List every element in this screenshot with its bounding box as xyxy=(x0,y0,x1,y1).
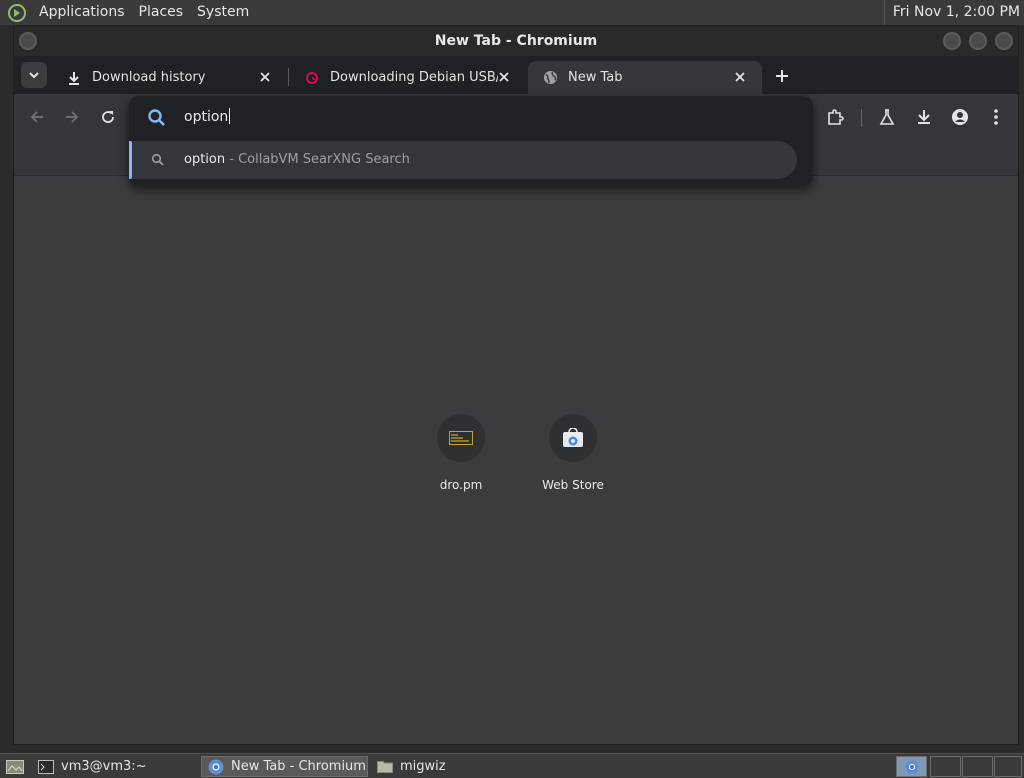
system-menu[interactable]: System xyxy=(190,0,256,25)
tab-download-history[interactable]: Download history xyxy=(52,61,287,94)
tab-search-button[interactable] xyxy=(21,62,47,88)
tab-downloading-debian[interactable]: Downloading Debian USB/CD xyxy=(290,61,526,94)
text-caret xyxy=(229,108,231,124)
account-icon xyxy=(952,109,968,125)
suggestion-text: option - CollabVM SearXNG Search xyxy=(184,152,410,167)
taskbar-item-migwiz[interactable]: migwiz xyxy=(371,756,535,777)
download-icon xyxy=(66,70,82,86)
arrow-left-icon xyxy=(30,111,43,123)
tab-label: Download history xyxy=(92,70,206,85)
task-label: vm3@vm3:~ xyxy=(61,759,147,774)
download-icon xyxy=(918,110,930,124)
forward-button[interactable] xyxy=(61,106,83,128)
suggestion-query: option xyxy=(184,152,226,167)
show-desktop-button[interactable] xyxy=(0,756,26,777)
top-panel: Applications Places System Fri Nov 1, 2:… xyxy=(0,0,1024,25)
new-tab-button[interactable] xyxy=(772,66,792,86)
task-label: migwiz xyxy=(400,759,446,774)
close-icon[interactable] xyxy=(496,69,512,85)
kebab-menu-icon xyxy=(994,109,998,125)
shortcut-web-store[interactable]: Web Store xyxy=(528,414,618,492)
toolbar-divider xyxy=(861,109,862,127)
shortcut-dro-pm[interactable]: dro.pm xyxy=(416,414,506,492)
web-store-icon xyxy=(563,428,583,447)
chromium-icon xyxy=(208,759,224,774)
globe-icon xyxy=(542,70,558,86)
tab-strip: Download history Downloading Debian USB/… xyxy=(14,56,1018,94)
plus-icon xyxy=(776,70,788,82)
suggestion-separator: - xyxy=(225,152,239,167)
chevron-down-icon xyxy=(29,72,39,79)
dro-pm-favicon xyxy=(449,431,473,445)
maximize-button[interactable] xyxy=(969,32,987,50)
selection-marker xyxy=(129,141,132,179)
omnibox-popup: option option - CollabVM SearXNG Search xyxy=(129,96,813,186)
applications-menu[interactable]: Applications xyxy=(32,0,132,25)
close-icon[interactable] xyxy=(732,69,748,85)
window-title: New Tab - Chromium xyxy=(434,33,598,49)
new-tab-page: dro.pm Web Store xyxy=(14,176,1018,744)
chrome-menu-button[interactable] xyxy=(985,106,1007,128)
minimize-button[interactable] xyxy=(943,32,961,50)
downloads-button[interactable] xyxy=(913,106,935,128)
gnome-logo-icon[interactable] xyxy=(8,3,26,22)
debian-swirl-icon xyxy=(304,70,320,86)
shortcut-tile xyxy=(549,414,597,462)
task-label: New Tab - Chromium xyxy=(231,759,366,774)
back-button[interactable] xyxy=(26,106,48,128)
taskbar-item-terminal[interactable]: vm3@vm3:~ xyxy=(32,756,196,777)
search-icon xyxy=(151,153,164,166)
labs-button[interactable] xyxy=(876,106,898,128)
extensions-button[interactable] xyxy=(824,106,846,128)
bottom-taskbar: vm3@vm3:~ New Tab - Chromium migwiz xyxy=(0,753,1024,778)
clock[interactable]: Fri Nov 1, 2:00 PM xyxy=(883,0,1020,25)
flask-icon xyxy=(879,109,895,125)
tab-label: Downloading Debian USB/CD xyxy=(330,70,498,85)
close-window-button[interactable] xyxy=(995,32,1013,50)
desktop-icon xyxy=(6,759,24,774)
window-titlebar[interactable]: New Tab - Chromium xyxy=(14,26,1018,56)
omnibox-text[interactable]: option xyxy=(184,108,231,125)
terminal-icon xyxy=(38,759,54,774)
omnibox-suggestion[interactable]: option - CollabVM SearXNG Search xyxy=(129,141,797,179)
taskbar-item-chromium[interactable]: New Tab - Chromium xyxy=(201,756,368,777)
close-icon[interactable] xyxy=(257,69,273,85)
tab-divider xyxy=(288,68,289,86)
arrow-right-icon xyxy=(66,111,79,123)
workspace-2[interactable] xyxy=(930,756,961,777)
folder-icon xyxy=(377,761,393,773)
places-menu[interactable]: Places xyxy=(132,0,191,25)
shortcut-label: dro.pm xyxy=(439,478,483,492)
omnibox-value: option xyxy=(184,109,229,125)
reload-icon xyxy=(102,111,114,123)
workspace-3[interactable] xyxy=(962,756,993,777)
workspace-1[interactable] xyxy=(896,756,927,777)
omnibox-input[interactable]: option xyxy=(129,96,813,140)
tab-label: New Tab xyxy=(568,70,623,85)
puzzle-piece-icon xyxy=(828,109,844,125)
suggestion-description: CollabVM SearXNG Search xyxy=(238,152,410,167)
workspace-4[interactable] xyxy=(994,756,1022,777)
profile-button[interactable] xyxy=(949,106,971,128)
search-icon xyxy=(148,109,165,126)
reload-button[interactable] xyxy=(97,106,119,128)
shortcut-tile xyxy=(437,414,485,462)
tab-new-tab[interactable]: New Tab xyxy=(528,61,762,94)
chromium-icon xyxy=(904,759,919,774)
shortcut-label: Web Store xyxy=(542,478,604,492)
